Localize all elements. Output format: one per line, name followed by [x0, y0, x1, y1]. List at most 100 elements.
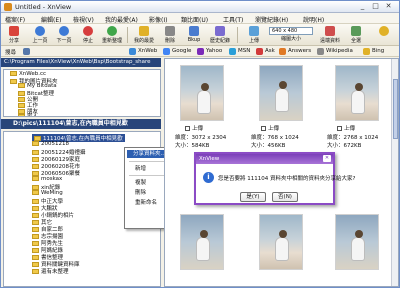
help-button[interactable]	[373, 25, 395, 45]
share-confirm-dialog: XnView ✕ i 您是否要將 111104 資料夾中相關的資料夾分享給大家?…	[194, 152, 355, 205]
thumbnail-scrollbar[interactable]	[391, 59, 398, 286]
thumbnail-photo[interactable]	[335, 65, 379, 121]
share-icon	[9, 26, 19, 36]
refresh-icon	[107, 26, 117, 36]
scrollbar-thumb[interactable]	[393, 79, 398, 139]
dialog-message: 您是否要將 111104 資料夾中相關的資料夾分享給大家?	[218, 176, 356, 182]
ctx-new[interactable]: 新增	[135, 164, 146, 172]
checkbox-icon[interactable]	[337, 126, 342, 131]
delete-button[interactable]: 刪除	[159, 25, 181, 45]
photo-subject	[351, 230, 365, 261]
thumbnail-check[interactable]: 上傳	[337, 124, 355, 132]
tree-item[interactable]: 20051218	[32, 141, 69, 147]
thumbnail-photo[interactable]	[259, 65, 303, 121]
link-xnweb[interactable]: XnWeb	[138, 48, 157, 54]
upload-icon	[249, 26, 259, 36]
thumbnail-photo[interactable]	[180, 214, 224, 270]
thumbnail-size-button[interactable]: 縮圖大小	[280, 35, 302, 45]
menu-edit[interactable]: 編輯(E)	[41, 15, 61, 24]
link-yahoo[interactable]: Yahoo	[206, 48, 222, 54]
tree-item[interactable]: WeMing	[32, 190, 63, 196]
checkbox-icon[interactable]	[261, 126, 266, 131]
forward-icon	[59, 26, 69, 36]
tree-item[interactable]: 家人	[18, 112, 38, 116]
thumbnail-check[interactable]: 上傳	[185, 124, 203, 132]
share-button[interactable]: 分享	[3, 25, 25, 45]
thumbnail-size: 大小：584KB	[175, 143, 210, 149]
thumbnail-dimensions: 維度：2768 x 1024	[327, 135, 379, 141]
select-all-icon	[351, 26, 361, 36]
minimize-button[interactable]: _	[357, 2, 368, 11]
close-button[interactable]: ✕	[383, 2, 394, 11]
thumbnail-check[interactable]: 上傳	[261, 124, 279, 132]
link-bing[interactable]: Bing	[372, 48, 384, 54]
folder-icon	[10, 71, 17, 76]
photo-subject	[275, 230, 289, 261]
thumbnail-size: 大小：672KB	[327, 143, 362, 149]
folder-icon	[32, 141, 39, 146]
link-google[interactable]: Google	[172, 48, 191, 54]
remote-button[interactable]: 遠端資料	[319, 25, 341, 45]
stop-button[interactable]: 停止	[77, 25, 99, 45]
thumbnail-size: 大小：456KB	[251, 143, 286, 149]
back-button[interactable]: 上一頁	[29, 25, 51, 45]
stop-icon	[83, 26, 93, 36]
link-wikipedia[interactable]: Wikipedia	[326, 48, 353, 54]
menu-image[interactable]: 影像(I)	[149, 15, 167, 24]
folder-icon	[32, 176, 39, 181]
history-button[interactable]: 歷史紀錄	[209, 25, 231, 45]
menu-view[interactable]: 檢視(V)	[73, 15, 94, 24]
tree-item[interactable]: moskax	[32, 176, 62, 182]
forward-button[interactable]: 下一頁	[53, 25, 75, 45]
favorites-button[interactable]: 我的最愛	[133, 25, 155, 45]
main-toolbar: 分享 上一頁 下一頁 停止 重新整理 我的最愛 刪除 Bkup 歷史紀錄 上傳 …	[1, 24, 399, 46]
folder-icon	[18, 114, 25, 116]
ask-icon	[256, 48, 263, 55]
dialog-close-icon[interactable]: ✕	[323, 155, 331, 162]
thumbnail-photo[interactable]	[180, 65, 224, 121]
folder-tree-top: XnWeb.cc 我的圖片資料夾 My Bitdata Bitcat整理 公開 …	[3, 69, 161, 117]
folder-icon	[32, 269, 39, 274]
delete-icon	[165, 26, 175, 36]
google-icon	[163, 48, 170, 55]
thumbnail-size-select[interactable]: 640 x 480	[269, 27, 313, 35]
app-icon	[4, 3, 12, 11]
thumbnail-dimensions: 維度：3072 x 2304	[175, 135, 227, 141]
menu-favorites[interactable]: 我的最愛(A)	[105, 15, 138, 24]
menu-file[interactable]: 檔案(F)	[5, 15, 25, 24]
menu-tools[interactable]: 工具(T)	[223, 15, 243, 24]
link-answers[interactable]: Answers	[288, 48, 311, 54]
link-ask[interactable]: Ask	[265, 48, 275, 54]
msn-icon	[229, 48, 236, 55]
toolbar-separator	[127, 27, 128, 43]
link-msn[interactable]: MSN	[238, 48, 250, 54]
help-icon	[379, 26, 389, 36]
thumbnail-photo[interactable]	[259, 214, 303, 270]
upload-button[interactable]: 上傳	[243, 25, 265, 45]
backup-button[interactable]: Bkup	[183, 25, 205, 45]
checkbox-icon[interactable]	[185, 126, 190, 131]
window-title: Untitled - XnView	[15, 3, 72, 11]
folder-path-top[interactable]: C:\Program Files\XnView\XnWeb\Bsp\Bootst…	[1, 58, 161, 67]
search-label: 搜尋	[5, 50, 17, 56]
maximize-button[interactable]: □	[370, 2, 381, 11]
refresh-button[interactable]: 重新整理	[101, 25, 123, 45]
menu-compare[interactable]: 類比面(U)	[181, 15, 208, 24]
menu-history[interactable]: 瀏覽紀錄(H)	[255, 15, 288, 24]
tree-item[interactable]: 還有未整理	[32, 267, 69, 275]
dialog-no-button[interactable]: 否(N)	[272, 192, 298, 202]
select-all-button[interactable]: 全選	[345, 25, 367, 45]
answers-icon	[279, 48, 286, 55]
dialog-title: XnView	[196, 154, 333, 164]
ctx-rename[interactable]: 重新命名	[135, 198, 157, 206]
folder-path-current[interactable]: D:\pics\111104\曾志,在內職員中相見歡	[1, 119, 161, 129]
dialog-yes-button[interactable]: 是(Y)	[240, 192, 266, 202]
remote-icon	[325, 26, 335, 36]
search-icon[interactable]	[23, 48, 30, 55]
menu-help[interactable]: 說明(H)	[303, 15, 324, 24]
thumbnail-photo[interactable]	[335, 214, 379, 270]
ctx-copy[interactable]: 複製	[135, 178, 146, 186]
backup-icon	[189, 26, 199, 36]
ctx-delete[interactable]: 刪除	[135, 188, 146, 196]
title-bar: Untitled - XnView _ □ ✕	[1, 1, 399, 13]
